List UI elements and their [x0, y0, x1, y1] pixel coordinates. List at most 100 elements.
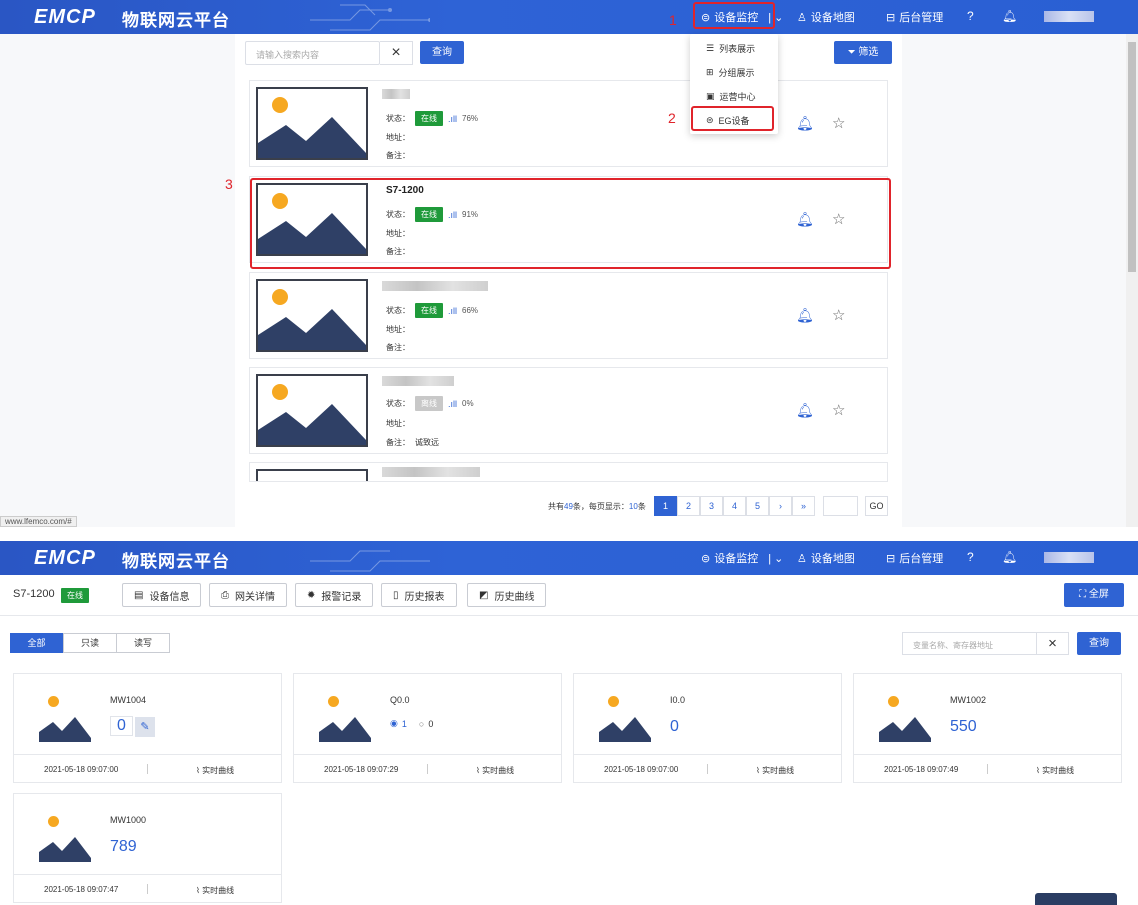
page-1[interactable]: 1 — [654, 496, 677, 516]
variable-search-input[interactable]: 变量名称、寄存器地址 — [902, 632, 1037, 655]
radio-label: 1 — [401, 718, 407, 729]
dropdown-item-list[interactable]: ☰ 列表展示 — [706, 42, 755, 55]
bell-icon[interactable]: 🔔︎ — [796, 307, 814, 324]
tab-label: 报警记录 — [321, 591, 362, 603]
query-button[interactable]: 查询 — [420, 41, 464, 64]
query-button[interactable]: 查询 — [1077, 632, 1121, 655]
status-row: 状态： 在线 .ıll 66% — [386, 303, 478, 318]
nav-device-map[interactable]: ♙ 设备地图 — [797, 550, 855, 566]
device-card[interactable]: 状态： 在线 .ıll 76% 地址： 备注： 🔔︎ ☆ — [249, 80, 888, 167]
page-jump-input[interactable] — [823, 496, 858, 516]
variable-footer: 2021-05-18 09:07:49 ⌇ 实时曲线 — [854, 754, 1121, 783]
username-blurred[interactable] — [1044, 11, 1094, 22]
star-icon[interactable]: ☆ — [832, 401, 845, 419]
filter-readonly[interactable]: 只读 — [63, 633, 117, 653]
dropdown-label: 分组展示 — [718, 68, 755, 78]
radio-checked-icon[interactable]: ◉ — [390, 718, 398, 729]
bell-icon[interactable]: 🔔︎ — [796, 402, 814, 419]
page-5[interactable]: 5 — [746, 496, 769, 516]
printer-icon: ⎙ — [221, 589, 229, 601]
tab-gateway[interactable]: ⎙ 网关详情 — [209, 583, 287, 607]
filter-button[interactable]: ⏷ 筛选 — [834, 41, 892, 64]
device-card[interactable]: 状态： 离线 .ıll 0% 地址： 备注： 诚致远 🔔︎ ☆ — [249, 367, 888, 454]
background-pattern — [902, 34, 1126, 527]
address-label: 地址： — [386, 325, 410, 334]
bell-icon[interactable]: 🔔︎ — [1002, 550, 1017, 564]
clear-button[interactable]: × — [380, 41, 413, 65]
realtime-curve-link[interactable]: ⌇ 实时曲线 — [756, 765, 794, 776]
page-3[interactable]: 3 — [700, 496, 723, 516]
filter-all[interactable]: 全部 — [10, 633, 63, 653]
page-4[interactable]: 4 — [723, 496, 746, 516]
variable-footer: 2021-05-18 09:07:29 ⌇ 实时曲线 — [294, 754, 561, 783]
nav-label: 设备地图 — [810, 553, 855, 565]
group-icon: ⊞ — [706, 67, 714, 77]
go-button[interactable]: GO — [865, 496, 888, 516]
device-name-blurred — [382, 376, 454, 386]
tab-device-info[interactable]: ▤ 设备信息 — [122, 583, 202, 607]
star-icon[interactable]: ☆ — [832, 306, 845, 324]
timestamp: 2021-05-18 09:07:00 — [604, 765, 679, 774]
variable-image — [879, 690, 931, 742]
highlight-box-3 — [250, 178, 891, 269]
note-row: 备注： — [386, 342, 410, 353]
status-label: 状态： — [386, 114, 410, 123]
device-card[interactable]: 状态： 在线 .ıll 66% 地址： 备注： 🔔︎ ☆ — [249, 272, 888, 359]
tab-label: 网关详情 — [235, 591, 275, 603]
variable-name: MW1000 — [110, 815, 147, 825]
highlight-box-2 — [691, 106, 774, 131]
dropdown-item-ops[interactable]: ▣ 运营中心 — [706, 90, 756, 103]
status-badge: 在线 — [415, 111, 443, 126]
timestamp: 2021-05-18 09:07:47 — [44, 885, 119, 894]
username-blurred[interactable] — [1044, 552, 1094, 563]
status-badge: 在线 — [61, 588, 89, 603]
tab-alarm[interactable]: ✹ 报警记录 — [295, 583, 374, 607]
marker-1: 1 — [669, 12, 677, 28]
help-icon[interactable]: ? — [967, 9, 974, 23]
device-card[interactable] — [249, 462, 888, 482]
realtime-curve-link[interactable]: ⌇ 实时曲线 — [196, 765, 234, 776]
bell-icon[interactable]: 🔔︎ — [1002, 9, 1017, 23]
nav-device-monitor[interactable]: ⊜ 设备监控 | ⌄ — [701, 550, 783, 566]
page-last[interactable]: » — [792, 496, 815, 516]
chevron-down-icon: | ⌄ — [768, 552, 784, 565]
timestamp: 2021-05-18 09:07:49 — [884, 765, 959, 774]
floating-widget[interactable] — [1035, 893, 1117, 905]
realtime-curve-link[interactable]: ⌇ 实时曲线 — [196, 885, 234, 896]
nav-device-map[interactable]: ♙ 设备地图 — [797, 9, 855, 25]
device-name-blurred — [382, 467, 480, 477]
nav-admin[interactable]: ⊟ 后台管理 — [886, 550, 943, 566]
help-icon[interactable]: ? — [967, 550, 974, 564]
page-next[interactable]: › — [769, 496, 792, 516]
ops-icon: ▣ — [706, 91, 715, 101]
edit-icon[interactable]: ✎ — [135, 717, 155, 737]
clear-button[interactable]: × — [1036, 632, 1069, 655]
fullscreen-button[interactable]: ⛶ 全屏 — [1064, 583, 1124, 607]
nav-admin[interactable]: ⊟ 后台管理 — [886, 9, 943, 25]
tab-history-report[interactable]: ▯ 历史报表 — [381, 583, 457, 607]
tab-label: 历史曲线 — [494, 591, 535, 603]
signal-value: 66% — [462, 306, 479, 315]
device-image — [256, 87, 368, 160]
scrollbar[interactable] — [1126, 34, 1138, 527]
tab-label: 历史报表 — [404, 591, 445, 603]
note-label: 备注： — [386, 343, 410, 352]
bell-icon[interactable]: 🔔︎ — [796, 115, 814, 132]
realtime-curve-link[interactable]: ⌇ 实时曲线 — [476, 765, 514, 776]
radio-unchecked-icon[interactable]: ○ — [419, 719, 424, 729]
radio-label: 0 — [428, 718, 434, 729]
search-input[interactable]: 请输入搜索内容 — [245, 41, 380, 65]
filter-readwrite[interactable]: 读写 — [116, 633, 170, 653]
star-icon[interactable]: ☆ — [832, 114, 845, 132]
radio-group[interactable]: ◉ 1 ○ 0 — [390, 718, 433, 729]
tab-history-curve[interactable]: ◩ 历史曲线 — [467, 583, 547, 607]
variable-card: I0.0 0 2021-05-18 09:07:00 ⌇ 实时曲线 — [573, 673, 842, 783]
timestamp: 2021-05-18 09:07:00 — [44, 765, 119, 774]
scrollbar-thumb[interactable] — [1128, 42, 1136, 272]
status-url: www.lfemco.com/# — [0, 516, 77, 527]
realtime-curve-link[interactable]: ⌇ 实时曲线 — [1036, 765, 1074, 776]
admin-icon: ⊟ — [886, 552, 896, 565]
page-2[interactable]: 2 — [677, 496, 700, 516]
filter-label: 筛选 — [858, 47, 879, 58]
dropdown-item-group[interactable]: ⊞ 分组展示 — [706, 66, 755, 79]
